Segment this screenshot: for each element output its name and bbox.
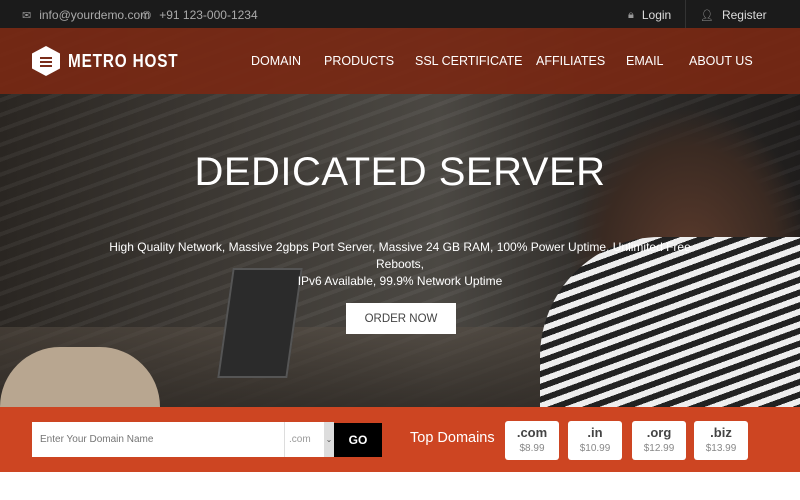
nav-affiliates[interactable]: AFFILIATES <box>536 54 605 68</box>
register-link[interactable]: 👤︎ Register <box>700 8 767 22</box>
nav-domain[interactable]: DOMAIN <box>251 54 301 68</box>
hero-title: DEDICATED SERVER <box>194 150 606 194</box>
divider <box>685 0 686 28</box>
price: $12.99 <box>643 443 675 454</box>
top-bar: ✉ info@yourdemo.com ✆ +91 123-000-1234 🔒︎ L… <box>0 0 800 28</box>
contact-email[interactable]: ✉ info@yourdemo.com <box>22 8 150 22</box>
subtitle-line: High Quality Network, Massive 2gbps Port… <box>109 240 691 271</box>
brand-name: METRO HOST <box>68 50 179 71</box>
main-nav: METRO HOST DOMAIN PRODUCTS SSL CERTIFICA… <box>0 28 800 94</box>
order-now-button[interactable]: ORDER NOW <box>346 303 456 334</box>
phone-icon: ✆ <box>142 9 152 22</box>
tld-select[interactable]: .com ⌄ <box>284 422 334 457</box>
chevron-down-icon: ⌄ <box>324 422 334 457</box>
domain-search-input[interactable] <box>32 422 284 457</box>
price: $13.99 <box>705 443 737 454</box>
lock-icon: 🔒︎ <box>628 8 634 21</box>
server-stack-icon <box>32 46 60 76</box>
domain-search-bar: .com ⌄ GO Top Domains .com $8.99 .in $10.99… <box>0 407 800 472</box>
nav-ssl-certificate[interactable]: SSL CERTIFICATE <box>415 54 522 68</box>
login-link[interactable]: 🔒︎ Login <box>628 8 671 22</box>
tld: .org <box>646 425 672 440</box>
email-text: info@yourdemo.com <box>39 8 151 22</box>
top-domains-label: Top Domains <box>410 430 495 446</box>
price: $10.99 <box>579 443 611 454</box>
phone-text: +91 123-000-1234 <box>159 8 258 22</box>
domain-card-com[interactable]: .com $8.99 <box>505 421 559 460</box>
nav-about-us[interactable]: ABOUT US <box>689 54 753 68</box>
login-label: Login <box>641 8 672 22</box>
domain-card-biz[interactable]: .biz $13.99 <box>694 421 748 460</box>
subtitle-line: IPv6 Available, 99.9% Network Uptime <box>297 274 503 288</box>
tld: .com <box>516 425 548 440</box>
contact-phone[interactable]: ✆ +91 123-000-1234 <box>142 8 258 22</box>
domain-card-in[interactable]: .in $10.99 <box>568 421 622 460</box>
nav-products[interactable]: PRODUCTS <box>324 54 394 68</box>
tld: .in <box>587 425 603 440</box>
tld-selected: .com <box>289 434 311 445</box>
register-label: Register <box>721 8 767 22</box>
nav-email[interactable]: EMAIL <box>626 54 664 68</box>
domain-card-org[interactable]: .org $12.99 <box>632 421 686 460</box>
user-icon: 👤︎ <box>700 9 714 22</box>
price: $8.99 <box>519 443 545 454</box>
tld: .biz <box>710 425 732 440</box>
envelope-icon: ✉ <box>22 9 32 22</box>
hero-subtitle: High Quality Network, Massive 2gbps Port… <box>100 239 700 290</box>
go-button[interactable]: GO <box>334 423 382 457</box>
brand-logo[interactable]: METRO HOST <box>32 46 198 76</box>
